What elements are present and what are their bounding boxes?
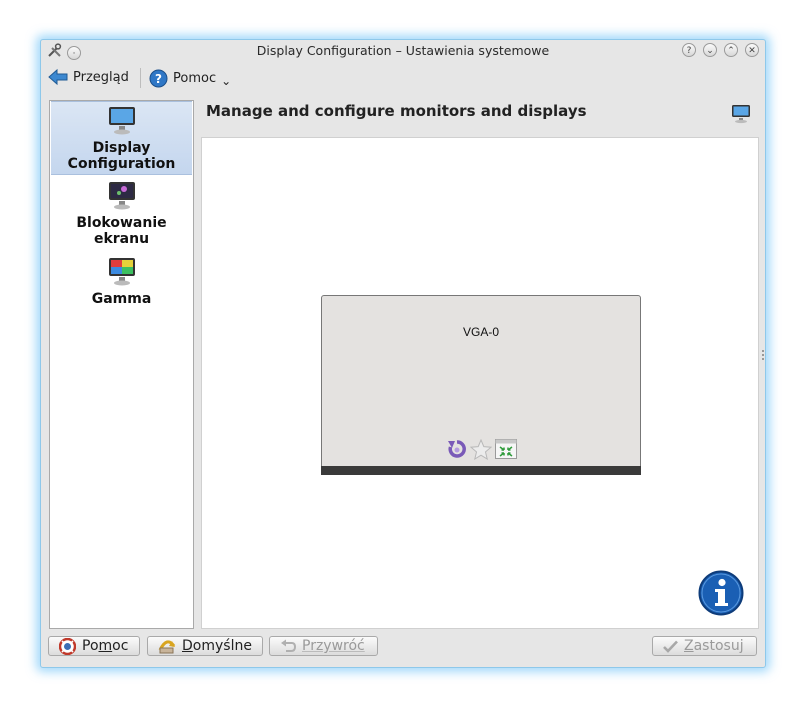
- window-title: Display Configuration – Ustawienia syste…: [256, 43, 550, 58]
- defaults-button[interactable]: Domyślne: [147, 636, 263, 656]
- help-icon[interactable]: ?: [682, 43, 696, 57]
- module-sidebar: Display Configuration Blokowanie ekranu …: [49, 100, 194, 629]
- display-layout-canvas[interactable]: VGA-0: [201, 137, 759, 629]
- apply-button[interactable]: Zastosuj: [652, 636, 757, 656]
- close-icon[interactable]: ✕: [745, 43, 759, 57]
- title-bar: · Display Configuration – Ustawienia sys…: [41, 40, 765, 62]
- resize-grip[interactable]: [762, 350, 764, 360]
- apply-button-label: Zastosuj: [684, 638, 744, 654]
- reset-button-label: Przywróć: [302, 638, 365, 654]
- gamma-icon: [108, 258, 135, 286]
- rotate-icon[interactable]: [447, 438, 467, 460]
- system-settings-window: · Display Configuration – Ustawienia sys…: [40, 39, 766, 668]
- sidebar-item-label: Gamma: [91, 291, 152, 307]
- page-title: Manage and configure monitors and displa…: [206, 102, 587, 120]
- undo-icon: [281, 639, 296, 652]
- info-icon[interactable]: [698, 570, 744, 616]
- help-button[interactable]: Pomoc: [48, 636, 140, 656]
- back-arrow-icon: [48, 68, 68, 86]
- svg-text:?: ?: [155, 72, 162, 86]
- reset-button[interactable]: Przywróć: [269, 636, 378, 656]
- monitor-icon: [732, 105, 750, 124]
- sidebar-item-gamma[interactable]: Gamma: [51, 253, 192, 308]
- help-circle-icon: ?: [149, 69, 168, 87]
- star-icon[interactable]: [470, 438, 492, 460]
- sidebar-item-label: Display Configuration: [67, 140, 176, 172]
- screensaver-icon: [108, 182, 135, 210]
- toolbar-separator: [140, 68, 141, 88]
- maximize-icon[interactable]: ⌃: [724, 43, 738, 57]
- checkmark-icon: [663, 640, 678, 653]
- chevron-down-icon: ⌄: [221, 74, 232, 88]
- defaults-button-label: Domyślne: [182, 638, 252, 654]
- sidebar-item-label: Blokowanie ekranu: [76, 215, 167, 247]
- output-actions: [447, 438, 517, 460]
- minimize-icon[interactable]: ⌄: [703, 43, 717, 57]
- help-button-label: Pomoc: [82, 638, 129, 654]
- back-button-label: Przegląd: [73, 69, 129, 85]
- resize-output-icon[interactable]: [495, 439, 517, 459]
- monitor-icon: [108, 107, 135, 135]
- output-name: VGA-0: [462, 325, 499, 339]
- toolbar: Przegląd ? Pomoc ⌄: [41, 64, 765, 92]
- help-menu-label: Pomoc: [173, 70, 217, 86]
- sidebar-item-screen-locking[interactable]: Blokowanie ekranu: [51, 177, 192, 247]
- back-button[interactable]: Przegląd: [48, 68, 129, 86]
- help-book-icon: [59, 637, 76, 655]
- help-menu-button[interactable]: ? Pomoc ⌄: [149, 68, 231, 88]
- defaults-icon: [158, 640, 176, 654]
- output-bottom-edge: [321, 466, 641, 475]
- output-vga-0[interactable]: VGA-0: [321, 295, 641, 475]
- sidebar-item-display-configuration[interactable]: Display Configuration: [51, 101, 192, 175]
